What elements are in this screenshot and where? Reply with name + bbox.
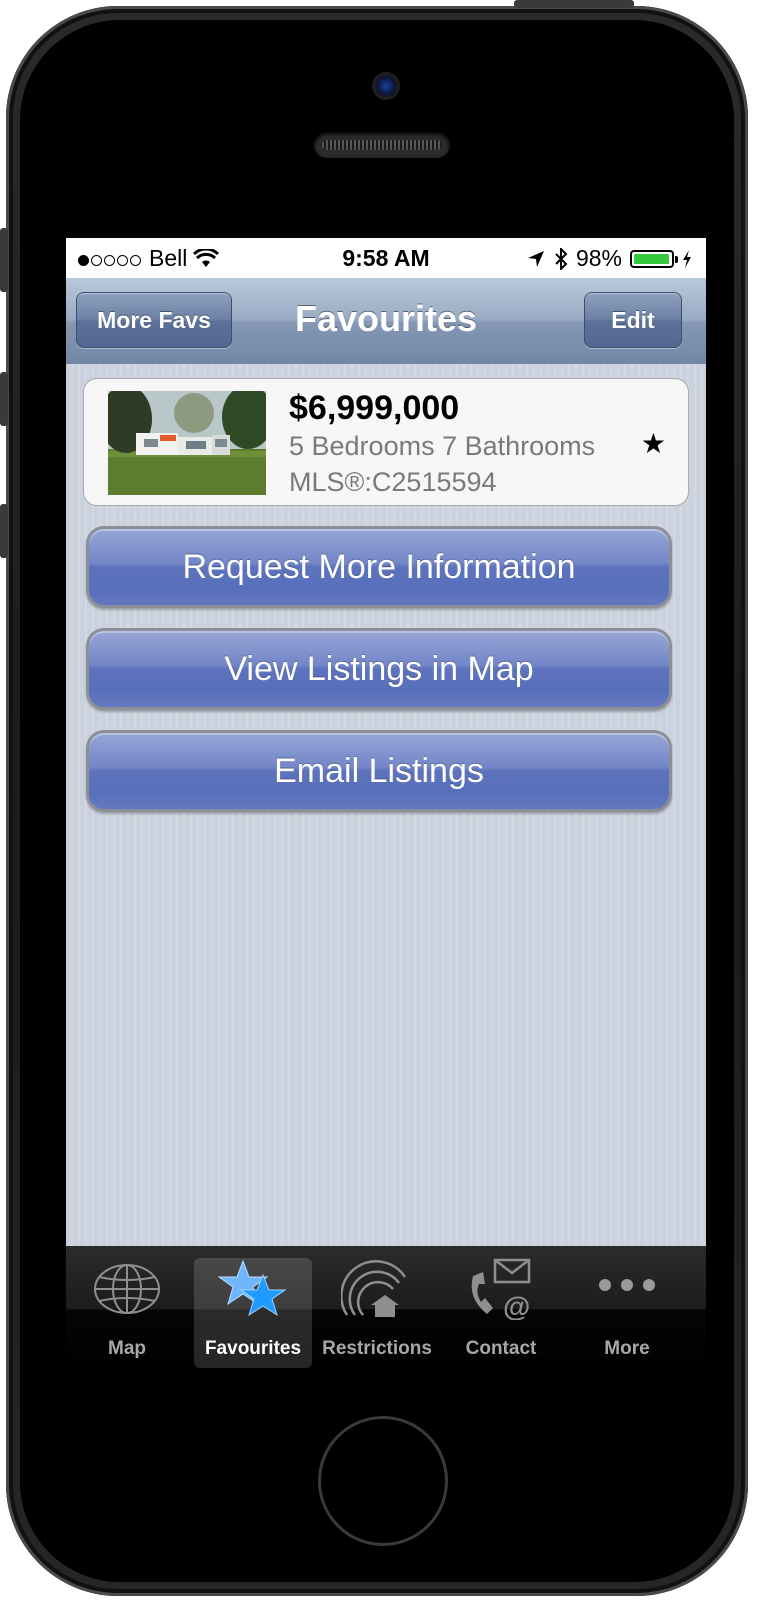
listing-card[interactable]: $6,999,000 5 Bedrooms 7 Bathrooms MLS®:C… xyxy=(83,378,689,506)
listing-mls-number: MLS®:C2515594 xyxy=(289,467,497,497)
main-content: $6,999,000 5 Bedrooms 7 Bathrooms MLS®:C… xyxy=(66,364,706,1246)
front-camera xyxy=(372,72,400,100)
view-listings-in-map-button[interactable]: View Listings in Map xyxy=(86,628,672,710)
charging-bolt-icon xyxy=(683,249,691,268)
stars-icon xyxy=(217,1259,287,1317)
home-button[interactable] xyxy=(318,1416,448,1546)
tab-bar: Map Favourites Restrictions @ Contact Mo… xyxy=(66,1246,706,1374)
battery-icon xyxy=(630,249,678,268)
tab-favourites[interactable]: Favourites xyxy=(194,1258,312,1368)
edit-button[interactable]: Edit xyxy=(584,292,682,348)
volume-up-button xyxy=(0,372,8,426)
tab-contact[interactable]: @ Contact xyxy=(442,1258,560,1368)
earpiece-speaker xyxy=(314,132,450,158)
tab-label: Restrictions xyxy=(322,1338,432,1359)
screen: Bell 9:58 AM 98% More Favs Favourites Ed… xyxy=(66,238,706,1374)
tab-label: Contact xyxy=(465,1338,537,1359)
power-button xyxy=(514,0,634,8)
tab-label: More xyxy=(604,1338,650,1359)
location-arrow-icon xyxy=(527,250,544,267)
navigation-bar: More Favs Favourites Edit xyxy=(66,278,706,365)
favourite-star-icon[interactable]: ★ xyxy=(641,427,666,460)
bluetooth-icon xyxy=(555,247,568,270)
listing-details: 5 Bedrooms 7 Bathrooms xyxy=(289,431,596,461)
tab-label: Favourites xyxy=(204,1338,302,1359)
tab-label: Map xyxy=(108,1338,146,1359)
house-radar-icon xyxy=(341,1260,407,1317)
listing-price: $6,999,000 xyxy=(289,389,460,427)
battery-fill xyxy=(634,253,670,264)
email-listings-button[interactable]: Email Listings xyxy=(86,730,672,812)
volume-down-button xyxy=(0,504,8,558)
tab-more[interactable]: More xyxy=(568,1258,686,1368)
mute-switch xyxy=(0,228,8,292)
tab-map[interactable]: Map xyxy=(68,1258,186,1368)
status-right: 98% xyxy=(526,245,692,272)
globe-icon xyxy=(94,1264,160,1314)
battery-percentage: 98% xyxy=(575,245,622,271)
svg-text:@: @ xyxy=(503,1291,530,1320)
listing-photo xyxy=(108,391,266,495)
phone-mail-icon: @ xyxy=(471,1258,530,1320)
ellipsis-icon xyxy=(599,1279,655,1291)
status-bar: Bell 9:58 AM 98% xyxy=(66,238,706,278)
tab-restrictions[interactable]: Restrictions xyxy=(318,1258,436,1368)
request-more-information-button[interactable]: Request More Information xyxy=(86,526,672,608)
